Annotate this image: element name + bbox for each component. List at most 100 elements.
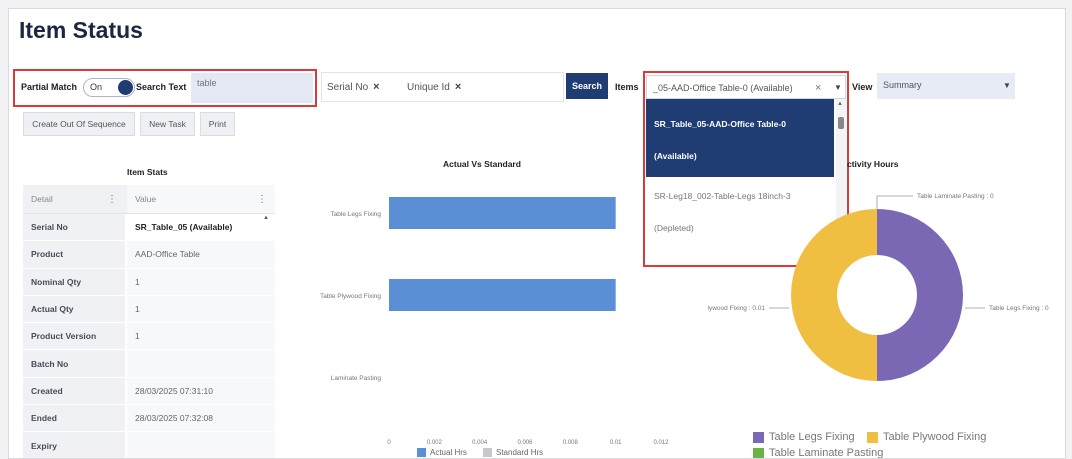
detail-cell: Ended [23,405,125,432]
search-button[interactable]: Search [566,73,608,99]
x-tick-label: 0.006 [517,440,533,446]
donut-slice[interactable] [877,209,963,381]
donut-legend-laminate: Table Laminate Pasting [753,447,884,459]
option-line1: SR_Table_05-AAD-Office Table-0 [654,119,786,129]
new-task-button[interactable]: New Task [140,112,195,136]
detail-cell: Actual Qty [23,295,125,323]
x-tick-label: 0.01 [610,440,622,446]
value-cell [127,432,275,458]
legend-label: Table Plywood Fixing [883,431,987,443]
donut-legend-plywood: Table Plywood Fixing [867,431,986,443]
close-icon[interactable]: × [373,81,379,93]
view-label: View [852,82,873,92]
slice-label: Table Legs Fixing : 0 [989,305,1049,312]
category-label: Table Legs Fixing [330,211,381,218]
bar-actual-hrs[interactable] [389,197,616,229]
bar-chart: Table Legs Fixing Table Plywood Fixing Lam… [320,197,669,446]
partial-match-toggle[interactable]: On [83,78,135,97]
page-title: Item Status [19,17,143,43]
table-row[interactable]: Batch No [23,350,275,378]
x-tick-label: 0 [387,440,391,446]
detail-cell: Batch No [23,350,125,377]
bar-legend-standard: Standard Hrs [483,448,543,457]
partial-match-label: Partial Match [21,82,78,92]
value-cell: 1 [127,295,275,323]
scroll-thumb[interactable] [838,117,844,129]
detail-cell: Product [23,241,125,268]
detail-cell: Serial No [23,214,125,241]
table-row[interactable]: Nominal Qty 1 [23,268,275,296]
chip-serial-no[interactable]: Serial No × [327,81,380,93]
table-row[interactable]: Product Version 1 [23,323,275,351]
table-row[interactable]: Serial No SR_Table_05 (Available) [23,214,275,242]
toggle-knob [118,80,133,95]
detail-cell: Created [23,377,125,405]
scroll-up-icon[interactable]: ▲ [837,101,843,107]
clear-icon[interactable]: × [815,76,821,98]
legend-label: Actual Hrs [430,448,467,457]
donut-slice[interactable] [791,209,877,381]
detail-cell: Product Version [23,323,125,350]
donut-legend-legs: Table Legs Fixing [753,431,855,443]
toggle-text: On [90,82,103,92]
header-label: Value [135,194,157,204]
legend-label: Table Legs Fixing [769,431,855,443]
kebab-icon[interactable]: ⋮ [107,194,117,205]
app-frame: Item Status Partial Match On Search Text… [8,8,1066,459]
table-scrollbar[interactable]: ▲ [263,215,271,455]
table-row[interactable]: Product AAD-Office Table [23,241,275,269]
search-text-input[interactable]: table [191,73,313,103]
header-label: Detail [31,194,53,204]
header-detail[interactable]: Detail ⋮ [23,185,125,213]
slice-label: lywood Fixing : 0.01 [708,305,766,312]
legend-swatch [417,448,426,457]
view-select[interactable]: Summary ▼ [877,73,1015,99]
table-row[interactable]: Ended 28/03/2025 07:32:08 [23,405,275,433]
donut-chart: Table Legs Fixing : 0 lywood Fixing : 0.0… [708,193,1049,381]
detail-cell: Nominal Qty [23,268,125,295]
chevron-down-icon[interactable]: ▼ [1003,74,1011,98]
legend-swatch [483,448,492,457]
chip-label: Serial No [327,82,369,93]
x-tick-label: 0.004 [472,440,488,446]
option-line2: (Available) [654,151,697,161]
item-stats-title: Item Stats [127,167,168,177]
header-value[interactable]: Value ⋮ [127,185,275,213]
x-tick-label: 0.002 [427,440,443,446]
slice-label: Table Laminate Pasting : 0 [917,193,994,200]
create-out-of-sequence-button[interactable]: Create Out Of Sequence [23,112,135,136]
scroll-up-icon[interactable]: ▲ [263,215,269,221]
value-cell: 28/03/2025 07:32:08 [127,405,275,432]
x-tick-label: 0.012 [653,440,669,446]
table-row[interactable]: Actual Qty 1 [23,295,275,324]
value-cell: SR_Table_05 (Available) [127,214,275,241]
donut-chart-title: ctivity Hours [847,159,899,169]
close-icon[interactable]: × [455,81,461,93]
table-header: Detail ⋮ Value ⋮ [23,185,275,214]
legend-swatch [753,447,764,458]
items-selected-value: _05-AAD-Office Table-0 (Available) [653,83,793,93]
legend-label: Standard Hrs [496,448,544,457]
items-select[interactable]: _05-AAD-Office Table-0 (Available) × ▼ [646,75,846,99]
value-cell: 1 [127,323,275,350]
legend-label: Table Laminate Pasting [769,447,884,459]
bar-actual-hrs[interactable] [389,279,616,311]
dropdown-option-selected[interactable]: SR_Table_05-AAD-Office Table-0 (Availabl… [646,99,834,177]
bar-chart-title: Actual Vs Standard [443,159,521,169]
search-text-label: Search Text [136,82,187,92]
chip-label: Unique Id [407,82,450,93]
category-label: Laminate Pasting [331,375,382,382]
chevron-down-icon[interactable]: ▼ [834,76,842,98]
legend-swatch [867,431,878,443]
print-button[interactable]: Print [200,112,235,136]
x-tick-label: 0.008 [563,440,579,446]
table-row[interactable]: Expiry [23,432,275,458]
kebab-icon[interactable]: ⋮ [257,194,267,205]
chip-unique-id[interactable]: Unique Id × [407,81,461,93]
category-label: Table Plywood Fixing [320,293,381,300]
table-row[interactable]: Created 28/03/2025 07:31:10 [23,377,275,406]
legend-swatch [753,431,764,443]
value-cell: 28/03/2025 07:31:10 [127,377,275,405]
items-label: Items [615,82,639,92]
view-value: Summary [883,80,922,90]
